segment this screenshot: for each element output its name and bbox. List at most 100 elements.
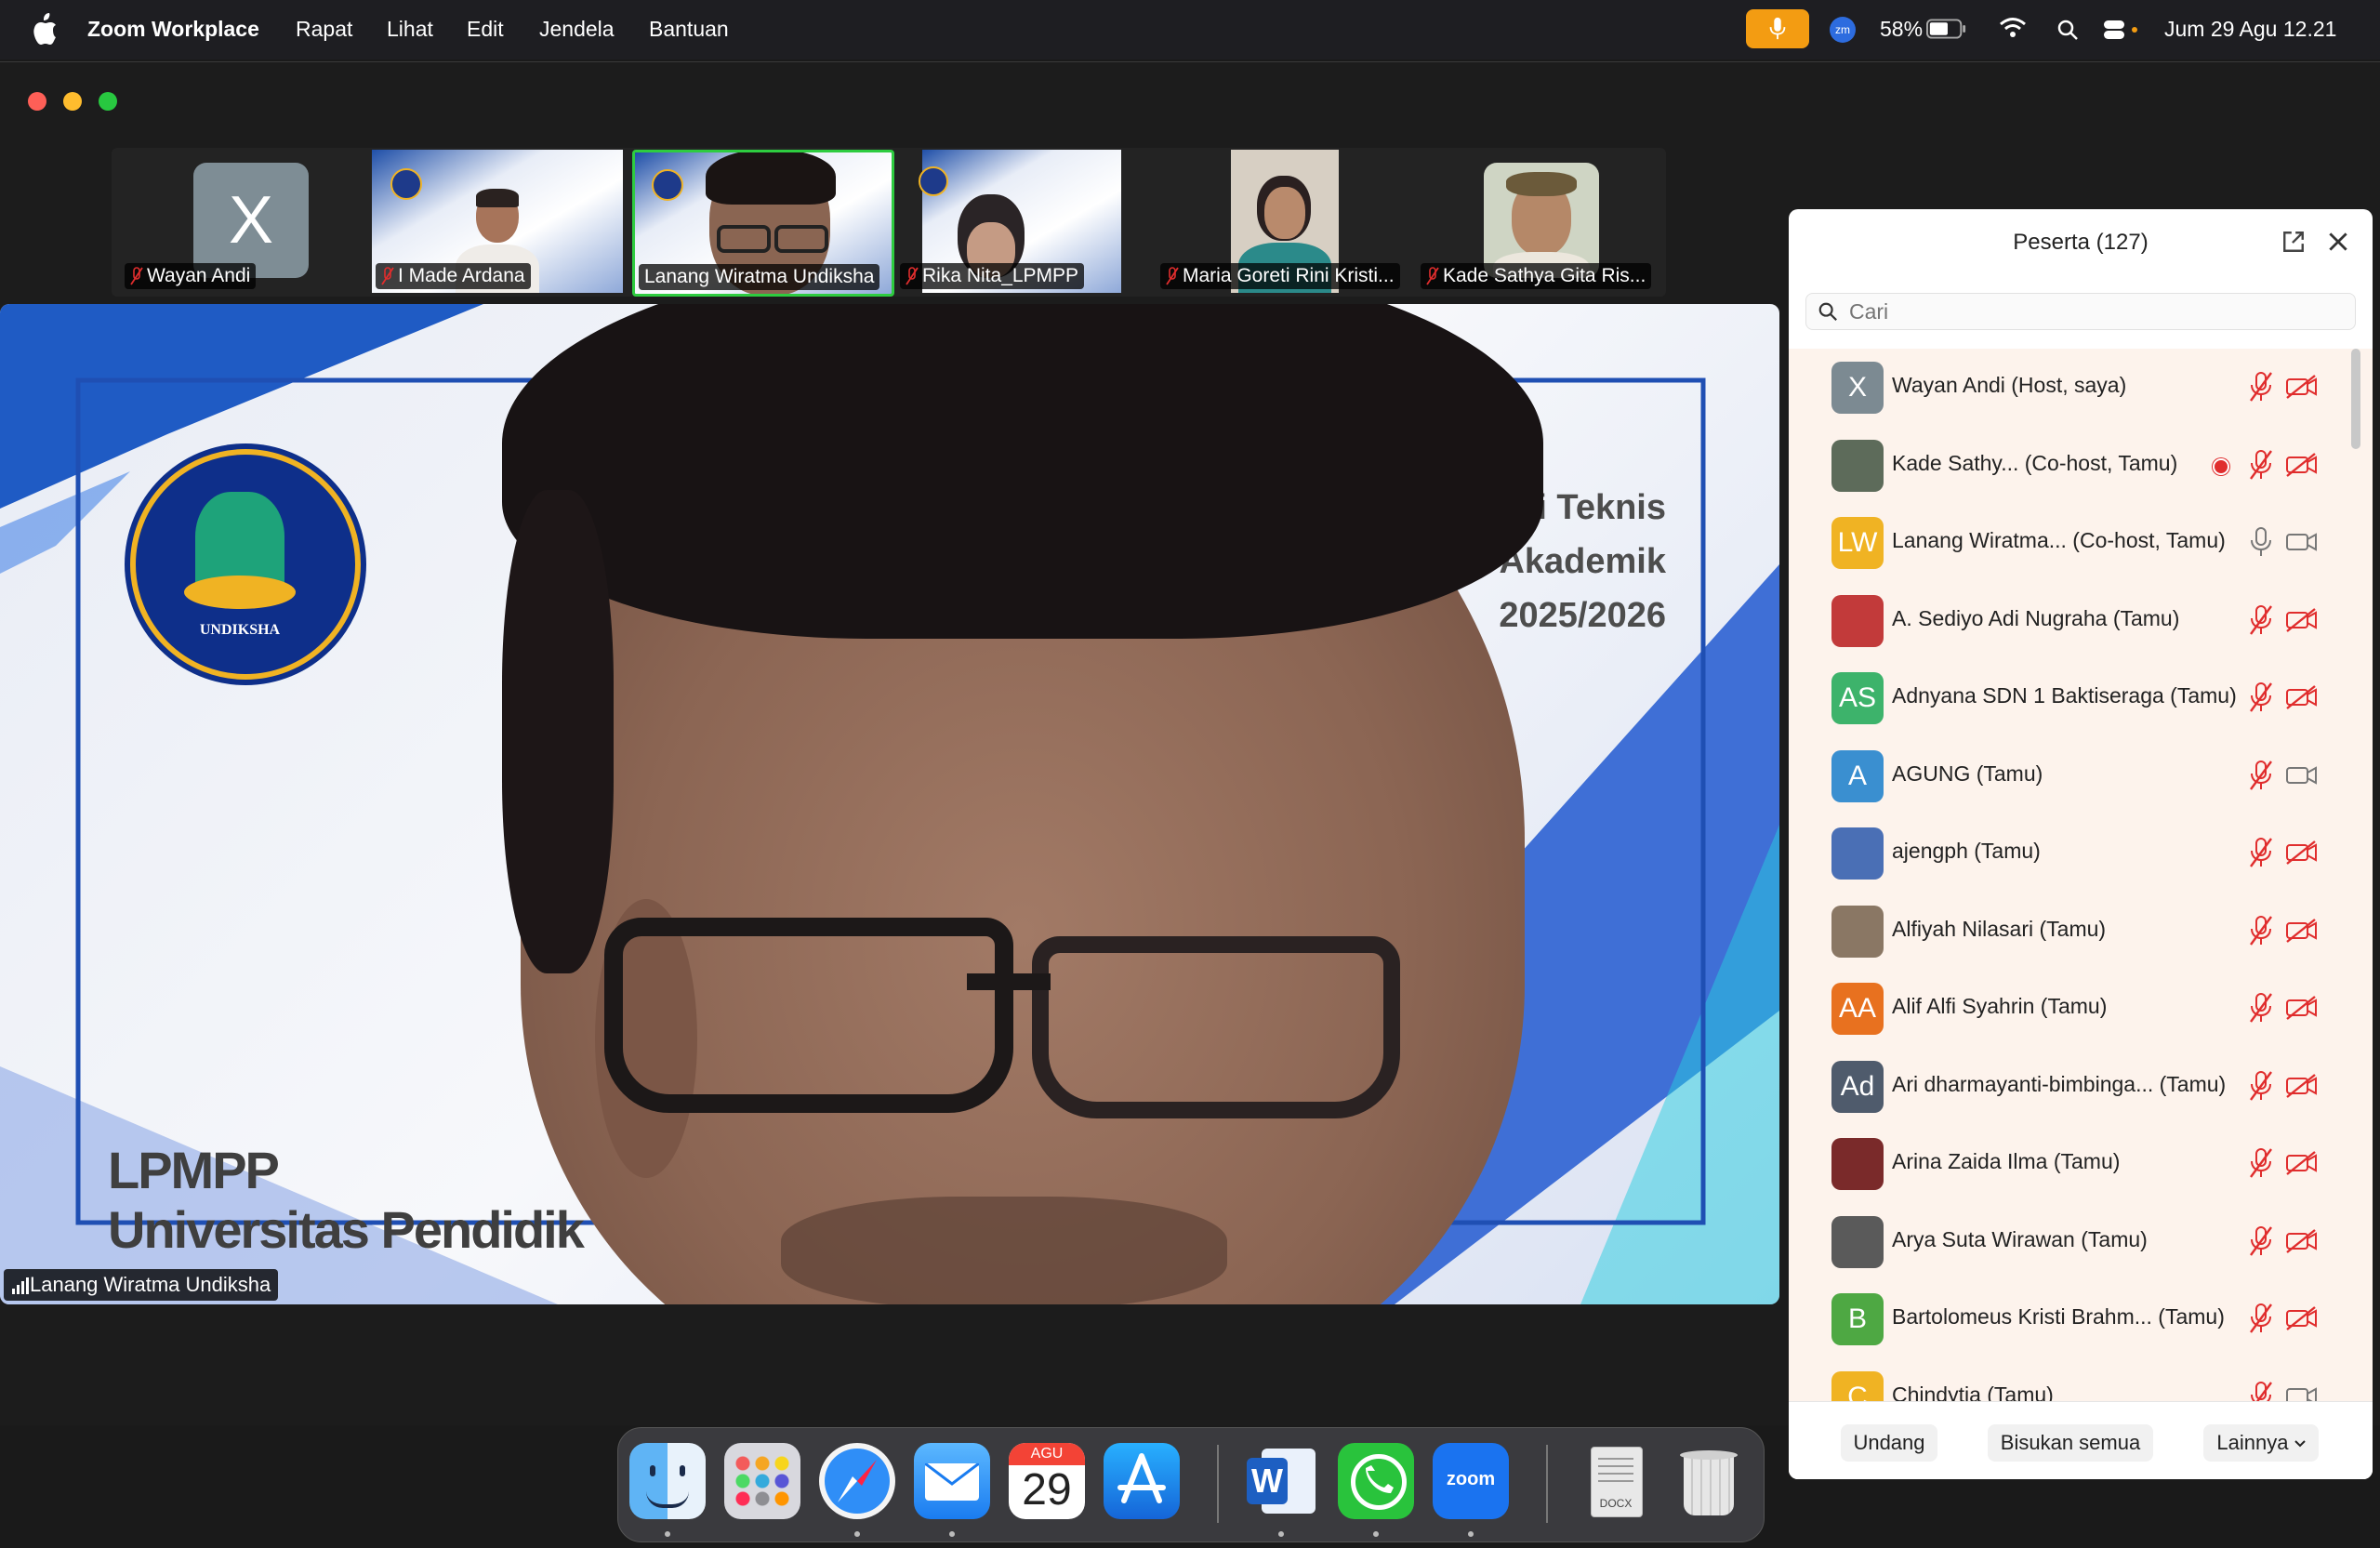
menu-jendela[interactable]: Jendela (539, 17, 615, 42)
search-icon[interactable] (2056, 19, 2079, 41)
zoom-meeting-window: X Wayan Andi I Made Ardana Lanang Wiratm… (0, 61, 2380, 1479)
microsoft-word-icon[interactable]: W (1243, 1443, 1319, 1519)
menu-rapat[interactable]: Rapat (296, 17, 352, 42)
muted-mic-icon[interactable] (2248, 915, 2274, 946)
participant-row[interactable]: AA Alif Alfi Syahrin (Tamu) (1789, 970, 2373, 1047)
muted-mic-icon[interactable] (2248, 371, 2274, 403)
video-off-icon[interactable] (2285, 996, 2319, 1020)
microphone-icon[interactable] (2248, 526, 2274, 558)
video-off-icon[interactable] (2285, 607, 2319, 632)
participant-row[interactable]: Arya Suta Wirawan (Tamu) (1789, 1203, 2373, 1280)
thumbnail-name-label: Kade Sathya Gita Ris... (1421, 263, 1652, 289)
mic-in-use-indicator[interactable] (1746, 9, 1809, 48)
muted-mic-icon[interactable] (2248, 1070, 2274, 1102)
video-camera-icon[interactable] (2285, 530, 2319, 554)
participant-row[interactable]: ajengph (Tamu) (1789, 814, 2373, 892)
muted-mic-icon[interactable] (2248, 1225, 2274, 1257)
video-thumbnail-strip: X Wayan Andi I Made Ardana Lanang Wiratm… (112, 148, 1666, 297)
recording-indicator-icon (2213, 457, 2229, 475)
safari-icon[interactable] (819, 1443, 895, 1519)
video-off-icon[interactable] (2285, 375, 2319, 399)
active-speaker-video[interactable]: UNDIKSHA osialisasi Teknis ahun Akademik… (0, 304, 1779, 1304)
launchpad-icon[interactable] (724, 1443, 800, 1519)
pop-out-icon[interactable] (2281, 230, 2306, 254)
thumbnail-name-label: Maria Goreti Rini Kristi... (1160, 263, 1400, 289)
thumbnail-name-label: Wayan Andi (125, 263, 257, 289)
muted-mic-icon (1166, 267, 1179, 285)
video-off-icon[interactable] (2285, 452, 2319, 477)
close-window-button[interactable] (28, 92, 46, 111)
menu-bantuan[interactable]: Bantuan (649, 17, 729, 42)
muted-mic-icon[interactable] (2248, 760, 2274, 791)
thumbnail-kade-sathya[interactable]: Kade Sathya Gita Ris... (1417, 150, 1662, 293)
zoom-app-icon[interactable]: zoom (1433, 1443, 1509, 1519)
app-menu-zoom[interactable]: Zoom Workplace (87, 17, 259, 42)
participant-list-scrollbar[interactable] (2351, 349, 2360, 449)
participant-row[interactable]: B Bartolomeus Kristi Brahm... (Tamu) (1789, 1280, 2373, 1357)
more-button[interactable]: Lainnya (2203, 1424, 2319, 1462)
participant-row[interactable]: X Wayan Andi (Host, saya) (1789, 349, 2373, 426)
calendar-icon[interactable]: AGU 29 (1009, 1443, 1085, 1519)
participant-row[interactable]: Ad Ari dharmayanti-bimbinga... (Tamu) (1789, 1048, 2373, 1125)
docx-file-icon[interactable]: DOCX (1578, 1443, 1654, 1519)
muted-mic-icon[interactable] (2248, 992, 2274, 1024)
muted-mic-icon[interactable] (2248, 837, 2274, 868)
invite-button[interactable]: Undang (1841, 1424, 1937, 1462)
thumbnail-maria-goreti[interactable]: Maria Goreti Rini Kristi... (1157, 150, 1408, 293)
participant-row[interactable]: LW Lanang Wiratma... (Co-host, Tamu) (1789, 504, 2373, 581)
avatar (1831, 439, 1884, 492)
battery-icon[interactable] (1926, 19, 1967, 39)
close-icon[interactable] (2326, 230, 2350, 254)
menu-lihat[interactable]: Lihat (387, 17, 433, 42)
minimize-window-button[interactable] (63, 92, 82, 111)
mail-icon[interactable] (914, 1443, 990, 1519)
muted-mic-icon[interactable] (2248, 681, 2274, 713)
video-off-icon[interactable] (2285, 1306, 2319, 1330)
menu-edit[interactable]: Edit (467, 17, 504, 42)
wifi-icon[interactable] (1999, 17, 2027, 39)
seal-text: UNDIKSHA (199, 622, 281, 638)
finder-icon[interactable] (629, 1443, 706, 1519)
video-off-icon[interactable] (2285, 1228, 2319, 1253)
participant-name: Kade Sathy... (Co-host, Tamu) (1892, 450, 2178, 475)
muted-mic-icon[interactable] (2248, 604, 2274, 636)
participant-row[interactable]: Alfiyah Nilasari (Tamu) (1789, 893, 2373, 970)
search-icon (1818, 302, 1837, 321)
avatar: B (1831, 1293, 1884, 1345)
zoom-status-icon[interactable]: zm (1830, 17, 1856, 43)
avatar: X (193, 163, 309, 278)
muted-mic-icon (906, 267, 919, 285)
university-seal-logo: UNDIKSHA (130, 449, 361, 680)
participant-row[interactable]: A. Sediyo Adi Nugraha (Tamu) (1789, 582, 2373, 659)
participant-row[interactable]: AS Adnyana SDN 1 Baktiseraga (Tamu) (1789, 659, 2373, 736)
thumbnail-name-label: Rika Nita_LPMPP (900, 263, 1085, 289)
maximize-window-button[interactable] (99, 92, 117, 111)
video-camera-icon[interactable] (2285, 763, 2319, 787)
app-store-icon[interactable] (1104, 1443, 1180, 1519)
video-off-icon[interactable] (2285, 685, 2319, 709)
apple-icon[interactable] (32, 13, 58, 45)
date-time[interactable]: Jum 29 Agu 12.21 (2164, 17, 2336, 42)
participant-row[interactable]: Kade Sathy... (Co-host, Tamu) (1789, 427, 2373, 504)
muted-mic-icon[interactable] (2248, 1147, 2274, 1179)
video-off-icon[interactable] (2285, 1073, 2319, 1098)
battery-percent: 58% (1880, 17, 1924, 41)
seal-logo-icon (919, 166, 948, 196)
thumbnail-lanang-wiratma-active-speaker[interactable]: Lanang Wiratma Undiksha (632, 150, 894, 297)
muted-mic-icon[interactable] (2248, 1303, 2274, 1334)
participant-row[interactable]: Arina Zaida Ilma (Tamu) (1789, 1125, 2373, 1202)
mute-all-button[interactable]: Bisukan semua (1988, 1424, 2153, 1462)
trash-icon[interactable] (1671, 1443, 1747, 1519)
participant-name: Bartolomeus Kristi Brahm... (Tamu) (1892, 1304, 2225, 1329)
video-off-icon[interactable] (2285, 918, 2319, 943)
thumbnail-i-made-ardana[interactable]: I Made Ardana (372, 150, 623, 293)
thumbnail-wayan-andi[interactable]: X Wayan Andi (121, 150, 372, 293)
thumbnail-rika-nita[interactable]: Rika Nita_LPMPP (896, 150, 1147, 293)
muted-mic-icon[interactable] (2248, 449, 2274, 481)
video-off-icon[interactable] (2285, 1151, 2319, 1175)
search-input[interactable] (1847, 296, 2344, 327)
whatsapp-icon[interactable] (1338, 1443, 1414, 1519)
control-center-icon[interactable] (2103, 19, 2140, 41)
participant-row[interactable]: A AGUNG (Tamu) (1789, 737, 2373, 814)
video-off-icon[interactable] (2285, 840, 2319, 865)
